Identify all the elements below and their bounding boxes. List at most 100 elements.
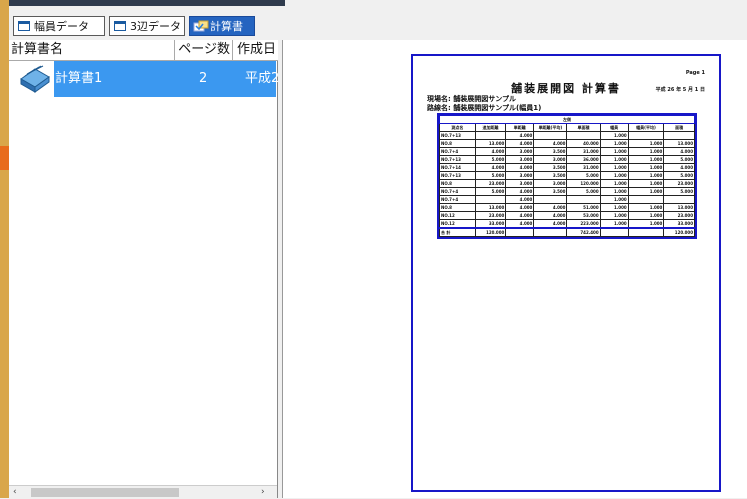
table-row: NO.8 23.000 3.000 3.000 120.000 1.000 1.000 23.… (439, 179, 695, 188)
table-cell: 面積 (663, 123, 695, 132)
table-cell: 5.000 (474, 187, 507, 196)
horizontal-scrollbar[interactable]: ‹ › (9, 485, 277, 499)
table-cell: 53.000 (566, 211, 601, 220)
table-cell (505, 227, 535, 237)
table-cell: 13.000 (474, 203, 507, 212)
column-header-date[interactable]: 作成日 (233, 40, 278, 60)
table-cell: 742.400 (566, 227, 601, 237)
table-cell: 3.000 (505, 171, 535, 180)
table-cell: 3.500 (533, 163, 568, 172)
table-cell (474, 195, 507, 204)
table-cell: 4.000 (533, 211, 568, 220)
table-cell: 3.000 (505, 147, 535, 156)
column-header-name[interactable]: 計算書名 (9, 40, 175, 60)
tab-three-side-data[interactable]: 3辺データ (109, 16, 185, 36)
tab-label: 3辺データ (130, 20, 181, 33)
table-row: NO.7+14 4.000 4.000 3.500 31.000 1.000 1.000 4.… (439, 163, 695, 172)
table-cell: 31.000 (566, 147, 601, 156)
table-row: NO.12 33.000 4.000 4.000 223.000 1.000 1.000 33… (439, 219, 695, 229)
tab-width-data[interactable]: 幅員データ (13, 16, 105, 36)
table-cell: 単距離(平均) (533, 123, 568, 132)
table-cell: 1.000 (599, 179, 629, 188)
table-row: NO.7+13 4.000 1.000 (439, 131, 695, 140)
table-cell: NO.7+13 (439, 155, 476, 164)
table-cell: 1.000 (627, 147, 665, 156)
table-cell: 1.000 (627, 203, 665, 212)
table-group-row: 左側 (439, 115, 695, 124)
table-cell: 23.000 (474, 211, 507, 220)
table-cell: 1.000 (599, 155, 629, 164)
table-cell (566, 131, 601, 140)
table-cell: NO.7+13 (439, 131, 476, 140)
table-cell: 1.000 (599, 211, 629, 220)
column-header-pages[interactable]: ページ数 (175, 40, 233, 60)
table-cell: 4.000 (533, 139, 568, 148)
table-cell: 測点名 (439, 123, 476, 132)
table-cell: 4.000 (663, 147, 695, 156)
window-icon (114, 21, 126, 31)
row-date: 平成2 (245, 71, 280, 86)
table-cell: 5.000 (663, 187, 695, 196)
table-cell: 単距離 (505, 123, 535, 132)
group-label: 左側 (439, 115, 695, 124)
table-cell: 5.000 (663, 171, 695, 180)
scroll-right-icon[interactable]: › (261, 486, 265, 499)
table-cell: 223.000 (566, 219, 601, 229)
calculation-table: 左側 測点名 追加距離 単距離 単距離(平均) 単面積 幅員 幅員(平均) 面積 NO.7+13 4… (437, 113, 697, 239)
table-cell: 4.000 (505, 211, 535, 220)
table-cell: NO.8 (439, 179, 476, 188)
table-cell: 4.000 (505, 219, 535, 229)
tab-strip: 幅員データ 3辺データ 計算書 (9, 6, 747, 40)
table-row: NO.7+13 5.000 3.000 3.000 36.000 1.000 1.000 5.… (439, 155, 695, 164)
left-panel-edge (0, 0, 9, 498)
table-cell: 1.000 (627, 139, 665, 148)
row-pages: 2 (199, 71, 208, 86)
table-cell: 1.000 (599, 171, 629, 180)
table-cell (663, 131, 695, 140)
table-cell: 1.000 (627, 211, 665, 220)
table-cell: 23.000 (663, 179, 695, 188)
table-cell: 33.000 (474, 219, 507, 229)
table-cell: 13.000 (663, 139, 695, 148)
tab-label: 幅員データ (34, 20, 89, 33)
table-row: NO.7+4 4.000 1.000 (439, 195, 695, 204)
table-cell: 1.000 (599, 163, 629, 172)
table-cell: 追加距離 (474, 123, 507, 132)
table-row: NO.8 13.000 4.000 4.000 51.000 1.000 1.000 13.0… (439, 203, 695, 212)
table-cell: 1.000 (599, 219, 629, 229)
table-cell: 1.000 (599, 187, 629, 196)
page-number: Page 1 (685, 70, 705, 76)
table-cell: 4.000 (474, 147, 507, 156)
table-cell (474, 131, 507, 140)
table-cell: 40.000 (566, 139, 601, 148)
table-cell: 5.000 (474, 155, 507, 164)
table-cell: NO.12 (439, 211, 476, 220)
table-cell: 1.000 (599, 131, 629, 140)
table-cell: 23.000 (663, 211, 695, 220)
table-row: NO.7+13 5.000 3.000 3.500 5.000 1.000 1.000 5.0… (439, 171, 695, 180)
scroll-thumb[interactable] (31, 488, 179, 497)
table-cell: 3.000 (505, 155, 535, 164)
table-cell: 120.000 (663, 227, 695, 237)
tab-calculation-sheet[interactable]: 計算書 (189, 16, 255, 36)
table-cell: 4.000 (505, 139, 535, 148)
table-cell: NO.8 (439, 203, 476, 212)
list-item[interactable]: 計算書1 2 平成2 (9, 61, 280, 97)
table-cell: 4.000 (663, 163, 695, 172)
table-cell: 幅員 (599, 123, 629, 132)
table-cell: NO.7+13 (439, 171, 476, 180)
table-cell: 33.000 (663, 219, 695, 229)
preview-page: Page 1 舗装展開図 計算書 平成 26 年 5 月 1 日 現場名: 舗装… (411, 54, 721, 492)
table-cell: 4.000 (533, 203, 568, 212)
table-cell: 3.500 (533, 147, 568, 156)
table-row: NO.7+4 4.000 3.000 3.500 31.000 1.000 1.000 4.0… (439, 147, 695, 156)
table-cell: 3.000 (533, 179, 568, 188)
table-cell: 合 計 (439, 227, 476, 237)
table-cell: 36.000 (566, 155, 601, 164)
table-cell: 1.000 (599, 139, 629, 148)
table-cell: NO.7+4 (439, 187, 476, 196)
scroll-left-icon[interactable]: ‹ (13, 486, 17, 499)
table-row: NO.12 23.000 4.000 4.000 53.000 1.000 1.000 23.… (439, 211, 695, 220)
table-row: NO.7+4 5.000 4.000 3.500 5.000 1.000 1.000 5.00… (439, 187, 695, 196)
table-total-row: 合 計 120.000 742.400 120.000 (439, 227, 695, 237)
